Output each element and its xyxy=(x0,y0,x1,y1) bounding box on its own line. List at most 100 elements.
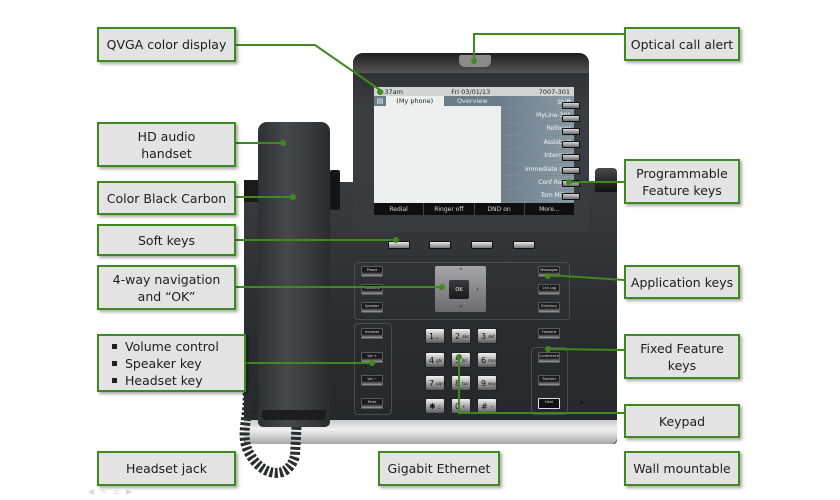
dialpad-letters: △ xyxy=(437,403,441,409)
dialpad-letters: wxyz xyxy=(488,380,499,386)
callout-soft-keys: Soft keys xyxy=(97,224,236,256)
ok-button[interactable]: OK xyxy=(449,280,469,299)
programmable-key[interactable] xyxy=(562,115,580,122)
callout-text: keys xyxy=(667,357,697,373)
soft-key-label: More... xyxy=(539,205,560,213)
soft-key[interactable] xyxy=(471,241,493,249)
callout-text: Gigabit Ethernet xyxy=(387,461,491,476)
callout-volume-speaker-headset: Volume control Speaker key Headset key xyxy=(97,334,246,392)
prev-slide-icon[interactable]: ◀ xyxy=(88,487,100,496)
forward-key[interactable]: Forward xyxy=(538,328,560,339)
microphone-icon xyxy=(580,401,583,404)
directory-key[interactable]: Directory xyxy=(538,302,560,313)
volume-down-key[interactable]: Vol − xyxy=(361,375,383,386)
dialpad-digit: 8 xyxy=(455,378,461,388)
dialpad-key[interactable]: 5 jkl xyxy=(451,352,471,368)
dialpad-key[interactable]: 4 ghi xyxy=(425,352,445,368)
soft-key[interactable] xyxy=(388,241,410,249)
tab-overview[interactable]: Overview xyxy=(444,96,502,106)
callout-text: Wall mountable xyxy=(633,461,731,476)
dialpad-letters: ghi xyxy=(436,357,443,363)
speaker-key[interactable]: Speaker xyxy=(361,302,383,313)
callout-navigation: 4-way navigation and “OK” xyxy=(97,265,236,310)
tab-my-phone[interactable]: (My phone) xyxy=(386,96,444,106)
callout-color: Color Black Carbon xyxy=(97,181,236,215)
callout-gigabit-ethernet: Gigabit Ethernet xyxy=(378,451,500,486)
menu-icon[interactable]: ☰ xyxy=(113,487,126,496)
dialpad-key[interactable]: 3 def xyxy=(477,328,497,344)
handset[interactable] xyxy=(258,122,330,427)
soft-key[interactable] xyxy=(429,241,451,249)
nav-down-icon[interactable]: ⌄ xyxy=(458,302,464,309)
soft-key-label: Redial xyxy=(374,203,425,215)
programmable-key[interactable] xyxy=(562,128,580,135)
callout-bullet: Speaker key xyxy=(112,355,219,372)
callout-text: Feature keys xyxy=(642,182,722,198)
dialpad-letters: abc xyxy=(462,333,470,339)
screen-date: Fri 03/01/13 xyxy=(451,87,491,96)
dialpad-key[interactable]: 0 + xyxy=(451,398,471,414)
screen-time: 9:37am xyxy=(378,87,403,96)
conference-key[interactable]: Conference xyxy=(538,352,560,363)
soft-key-labels: Redial Ringer off DND on More... xyxy=(374,203,574,215)
programmable-key[interactable] xyxy=(562,102,580,109)
transfer-key[interactable]: Transfer xyxy=(538,375,560,386)
soft-key[interactable] xyxy=(513,241,535,249)
contacts-key[interactable]: Contacts xyxy=(361,284,383,295)
messages-key[interactable]: Messages xyxy=(538,266,560,277)
programmable-key[interactable] xyxy=(562,141,580,148)
screen-content xyxy=(374,106,501,203)
dialpad-key[interactable]: 9 wxyz xyxy=(477,375,499,391)
callout-hd-audio-handset: HD audio handset xyxy=(97,122,236,167)
phone-key[interactable]: Phone xyxy=(361,266,383,277)
dialpad-key[interactable]: ✱ △ xyxy=(425,398,445,414)
callout-headset-jack: Headset jack xyxy=(97,451,236,486)
dialpad-letters: ⊸ xyxy=(489,403,494,409)
callout-text: Soft keys xyxy=(137,232,196,248)
callout-keypad: Keypad xyxy=(624,404,740,438)
nav-up-icon[interactable]: ⌃ xyxy=(458,268,464,275)
dialpad-digit: 9 xyxy=(481,378,487,388)
next-slide-icon[interactable]: ▶ xyxy=(126,487,138,496)
screen-extension: 7007-301 xyxy=(538,87,570,96)
nav-back-icon[interactable]: ↵ xyxy=(439,286,445,293)
dialpad-key[interactable]: 8 tuv xyxy=(451,375,471,391)
pen-icon[interactable]: ✎ xyxy=(100,487,113,496)
headset-key[interactable]: Headset xyxy=(361,328,383,339)
dialpad-letters: jkl xyxy=(462,357,467,363)
call-log-key[interactable]: Call Log xyxy=(538,284,560,295)
volume-up-key[interactable]: Vol + xyxy=(361,352,383,363)
dialpad-digit: 4 xyxy=(429,355,435,365)
programmable-key[interactable] xyxy=(562,154,580,161)
dialpad-letters: ␣ xyxy=(436,333,439,339)
dialpad-digit: ✱ xyxy=(429,401,436,411)
screen-status-bar: 9:37am Fri 03/01/13 7007-301 xyxy=(374,87,574,96)
dialpad-letters: def xyxy=(488,333,495,339)
callout-bullet-list: Volume control Speaker key Headset key xyxy=(109,338,219,389)
handset-base xyxy=(262,410,326,420)
programmable-key[interactable] xyxy=(562,193,580,200)
phone-screen: 9:37am Fri 03/01/13 7007-301 ▤ (My phone… xyxy=(374,87,574,215)
callout-text: handset xyxy=(141,145,192,161)
hold-key[interactable]: Hold xyxy=(538,398,560,409)
dialpad-key[interactable]: 1 ␣ xyxy=(425,328,445,344)
dialpad-key[interactable]: 6 mno xyxy=(477,352,497,368)
dialpad-letters: + xyxy=(462,403,466,409)
dialpad-digit: 2 xyxy=(455,331,461,341)
mute-key[interactable]: Mute xyxy=(361,398,383,409)
programmable-key[interactable] xyxy=(562,180,580,187)
dialpad-key[interactable]: # ⊸ xyxy=(477,398,497,414)
dialpad-letters: mno xyxy=(488,357,497,363)
callout-bullet: Headset key xyxy=(112,372,219,389)
callout-text: HD audio xyxy=(137,128,196,144)
callout-bullet: Volume control xyxy=(112,338,219,354)
dialpad-digit: 1 xyxy=(429,331,435,341)
dialpad-key[interactable]: 7 pqrs xyxy=(425,375,445,391)
callout-wall-mountable: Wall mountable xyxy=(624,451,740,486)
callout-text: Application keys xyxy=(630,274,734,290)
nav-right-icon[interactable]: › xyxy=(476,286,479,293)
dialpad-digit: 3 xyxy=(481,331,487,341)
programmable-key[interactable] xyxy=(562,167,580,174)
dialpad-key[interactable]: 2 abc xyxy=(451,328,471,344)
optical-alert-led xyxy=(459,55,491,67)
